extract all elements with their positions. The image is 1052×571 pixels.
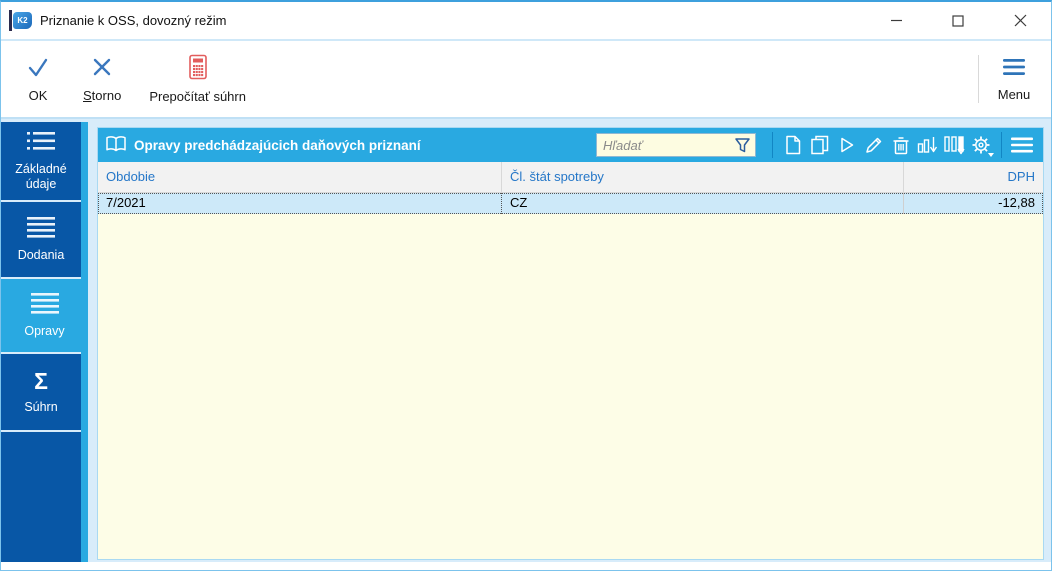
sidebar-item-label: Základné údaje <box>15 162 67 191</box>
toolbar-separator <box>978 55 979 103</box>
check-icon <box>25 55 51 82</box>
app-window: K2 Priznanie k OSS, dovozný režim OK Sto… <box>0 0 1052 571</box>
title-bar: K2 Priznanie k OSS, dovozný režim <box>1 2 1051 41</box>
corrections-panel: Opravy predchádzajúcich daňových priznan… <box>97 127 1044 560</box>
sidebar-item-dodania[interactable]: Dodania <box>1 202 81 277</box>
panel-header: Opravy predchádzajúcich daňových priznan… <box>98 128 1043 162</box>
edit-icon[interactable] <box>860 132 887 159</box>
settings-gear-icon[interactable] <box>968 132 995 159</box>
cell-obdobie[interactable]: 7/2021 <box>98 193 502 214</box>
search-input[interactable] <box>597 137 734 153</box>
recalculate-summary-button[interactable]: Prepočítať súhrn <box>135 41 260 117</box>
sidebar-item-zakladne-udaje[interactable]: Základné údaje <box>1 122 81 200</box>
column-header-cl-stat-spotreby[interactable]: Čl. štát spotreby <box>502 162 904 192</box>
app-logo-icon: K2 <box>9 10 33 31</box>
window-bottom-strip <box>1 562 1051 570</box>
maximize-button[interactable] <box>927 2 989 39</box>
recalculate-summary-label: Prepočítať súhrn <box>149 89 246 104</box>
ok-label: OK <box>28 88 48 103</box>
storno-button[interactable]: Storno <box>69 41 135 117</box>
sidebar-item-label: Súhrn <box>24 399 58 414</box>
ok-button[interactable]: OK <box>7 41 69 117</box>
sidebar: Základné údaje Dodania Opravy Σ Súhrn <box>1 122 88 562</box>
x-icon <box>90 55 114 82</box>
sidebar-filler <box>1 432 81 562</box>
filter-funnel-icon[interactable] <box>734 137 751 154</box>
table-empty-area <box>98 214 1043 559</box>
menu-button[interactable]: Menu <box>983 41 1045 117</box>
calculator-icon <box>186 54 210 83</box>
hamburger-menu-icon <box>1001 56 1027 81</box>
content-area: Základné údaje Dodania Opravy Σ Súhrn Op… <box>1 119 1051 562</box>
sidebar-item-opravy[interactable]: Opravy <box>1 279 88 352</box>
columns-export-icon[interactable] <box>941 132 968 159</box>
close-button[interactable] <box>989 2 1051 39</box>
grid-menu-icon[interactable] <box>1008 132 1035 159</box>
sigma-icon: Σ <box>34 367 48 394</box>
minimize-button[interactable] <box>865 2 927 39</box>
window-controls <box>865 2 1051 39</box>
main-toolbar: OK Storno Prepočítať súhrn Menu <box>1 41 1051 119</box>
table-header-row: Obdobie Čl. štát spotreby DPH <box>98 162 1043 193</box>
sidebar-item-label: Dodania <box>17 248 65 262</box>
column-header-dph[interactable]: DPH <box>904 162 1043 192</box>
column-header-obdobie[interactable]: Obdobie <box>98 162 502 192</box>
lines-icon <box>26 216 56 241</box>
cell-stat-spotreby[interactable]: CZ <box>502 193 904 214</box>
sidebar-item-label: Opravy <box>24 324 65 338</box>
sidebar-item-suhrn[interactable]: Σ Súhrn <box>1 354 81 430</box>
header-separator <box>1001 132 1002 158</box>
book-icon <box>105 135 127 156</box>
storno-label: Storno <box>83 88 122 103</box>
detail-list-icon <box>26 130 56 155</box>
window-title: Priznanie k OSS, dovozný režim <box>40 13 227 28</box>
menu-label: Menu <box>997 87 1031 102</box>
chart-export-icon[interactable] <box>914 132 941 159</box>
table-row[interactable]: 7/2021 CZ -12,88 <box>98 193 1043 214</box>
cell-dph[interactable]: -12,88 <box>904 193 1043 214</box>
run-icon[interactable] <box>833 132 860 159</box>
panel-title: Opravy predchádzajúcich daňových priznan… <box>134 137 421 153</box>
header-separator <box>772 132 773 158</box>
lines-icon <box>30 292 60 317</box>
copy-record-icon[interactable] <box>806 132 833 159</box>
delete-icon[interactable] <box>887 132 914 159</box>
dropdown-arrow <box>988 152 994 157</box>
new-record-icon[interactable] <box>779 132 806 159</box>
search-box <box>596 133 756 157</box>
